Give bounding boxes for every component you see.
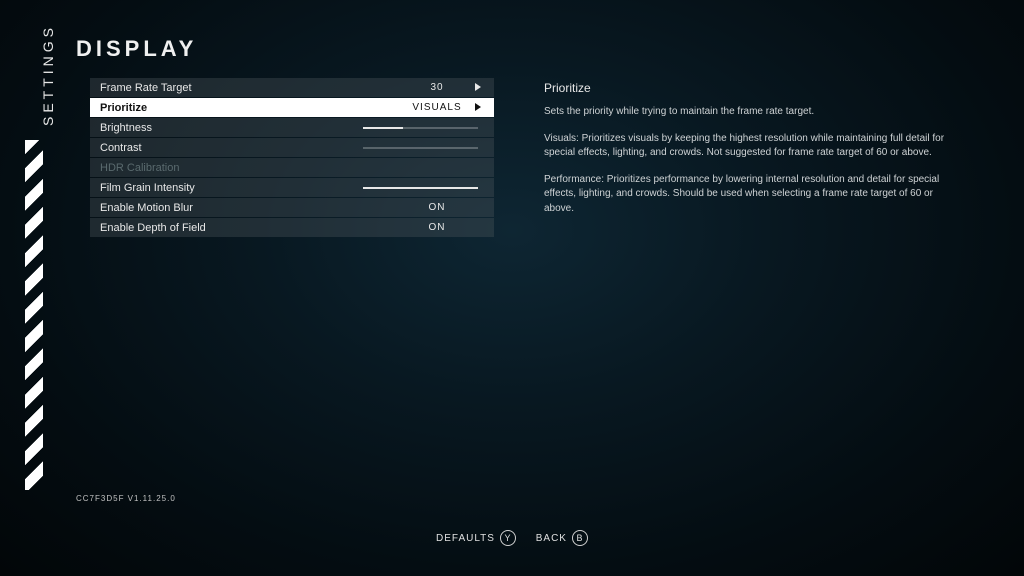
- option-label: Enable Motion Blur: [100, 202, 402, 214]
- option-value: ON: [402, 202, 472, 213]
- option-motion-blur[interactable]: Enable Motion Blur ON: [90, 198, 494, 217]
- settings-vertical-label: SETTINGS: [40, 24, 56, 126]
- footer-hints: DEFAULTS Y BACK B: [0, 530, 1024, 546]
- option-label: Contrast: [100, 142, 363, 154]
- option-brightness[interactable]: Brightness: [90, 118, 494, 137]
- option-label: Frame Rate Target: [100, 82, 402, 94]
- chevron-right-icon: [472, 102, 484, 114]
- option-depth-of-field[interactable]: Enable Depth of Field ON: [90, 218, 494, 237]
- options-panel: Frame Rate Target 30 Prioritize VISUALS …: [90, 78, 494, 238]
- key-icon: Y: [500, 530, 516, 546]
- slider-fill: [363, 187, 478, 189]
- option-frame-rate-target[interactable]: Frame Rate Target 30: [90, 78, 494, 97]
- option-value: 30: [402, 82, 472, 93]
- key-icon: B: [572, 530, 588, 546]
- option-value: VISUALS: [402, 102, 472, 113]
- option-film-grain-intensity[interactable]: Film Grain Intensity: [90, 178, 494, 197]
- slider-track[interactable]: [363, 187, 478, 189]
- hazard-stripe: [25, 140, 43, 490]
- option-hdr-calibration: HDR Calibration: [90, 158, 494, 177]
- description-text: Performance: Prioritizes performance by …: [544, 173, 960, 217]
- chevron-right-icon: [472, 82, 484, 94]
- slider-fill: [363, 127, 403, 129]
- page-title: DISPLAY: [76, 36, 197, 62]
- description-text: Visuals: Prioritizes visuals by keeping …: [544, 132, 960, 161]
- slider-track[interactable]: [363, 147, 478, 149]
- option-label: Prioritize: [100, 102, 402, 114]
- option-contrast[interactable]: Contrast: [90, 138, 494, 157]
- description-title: Prioritize: [544, 80, 960, 97]
- button-label: DEFAULTS: [436, 533, 495, 544]
- option-label: Brightness: [100, 122, 363, 134]
- defaults-button[interactable]: DEFAULTS Y: [436, 530, 516, 546]
- option-label: Film Grain Intensity: [100, 182, 363, 194]
- back-button[interactable]: BACK B: [536, 530, 588, 546]
- option-prioritize[interactable]: Prioritize VISUALS: [90, 98, 494, 117]
- slider-track[interactable]: [363, 127, 478, 129]
- version-string: CC7F3D5F V1.11.25.0: [76, 494, 176, 503]
- option-label: HDR Calibration: [100, 162, 484, 174]
- button-label: BACK: [536, 533, 567, 544]
- option-value: ON: [402, 222, 472, 233]
- description-text: Sets the priority while trying to mainta…: [544, 105, 960, 120]
- option-label: Enable Depth of Field: [100, 222, 402, 234]
- description-panel: Prioritize Sets the priority while tryin…: [544, 80, 960, 228]
